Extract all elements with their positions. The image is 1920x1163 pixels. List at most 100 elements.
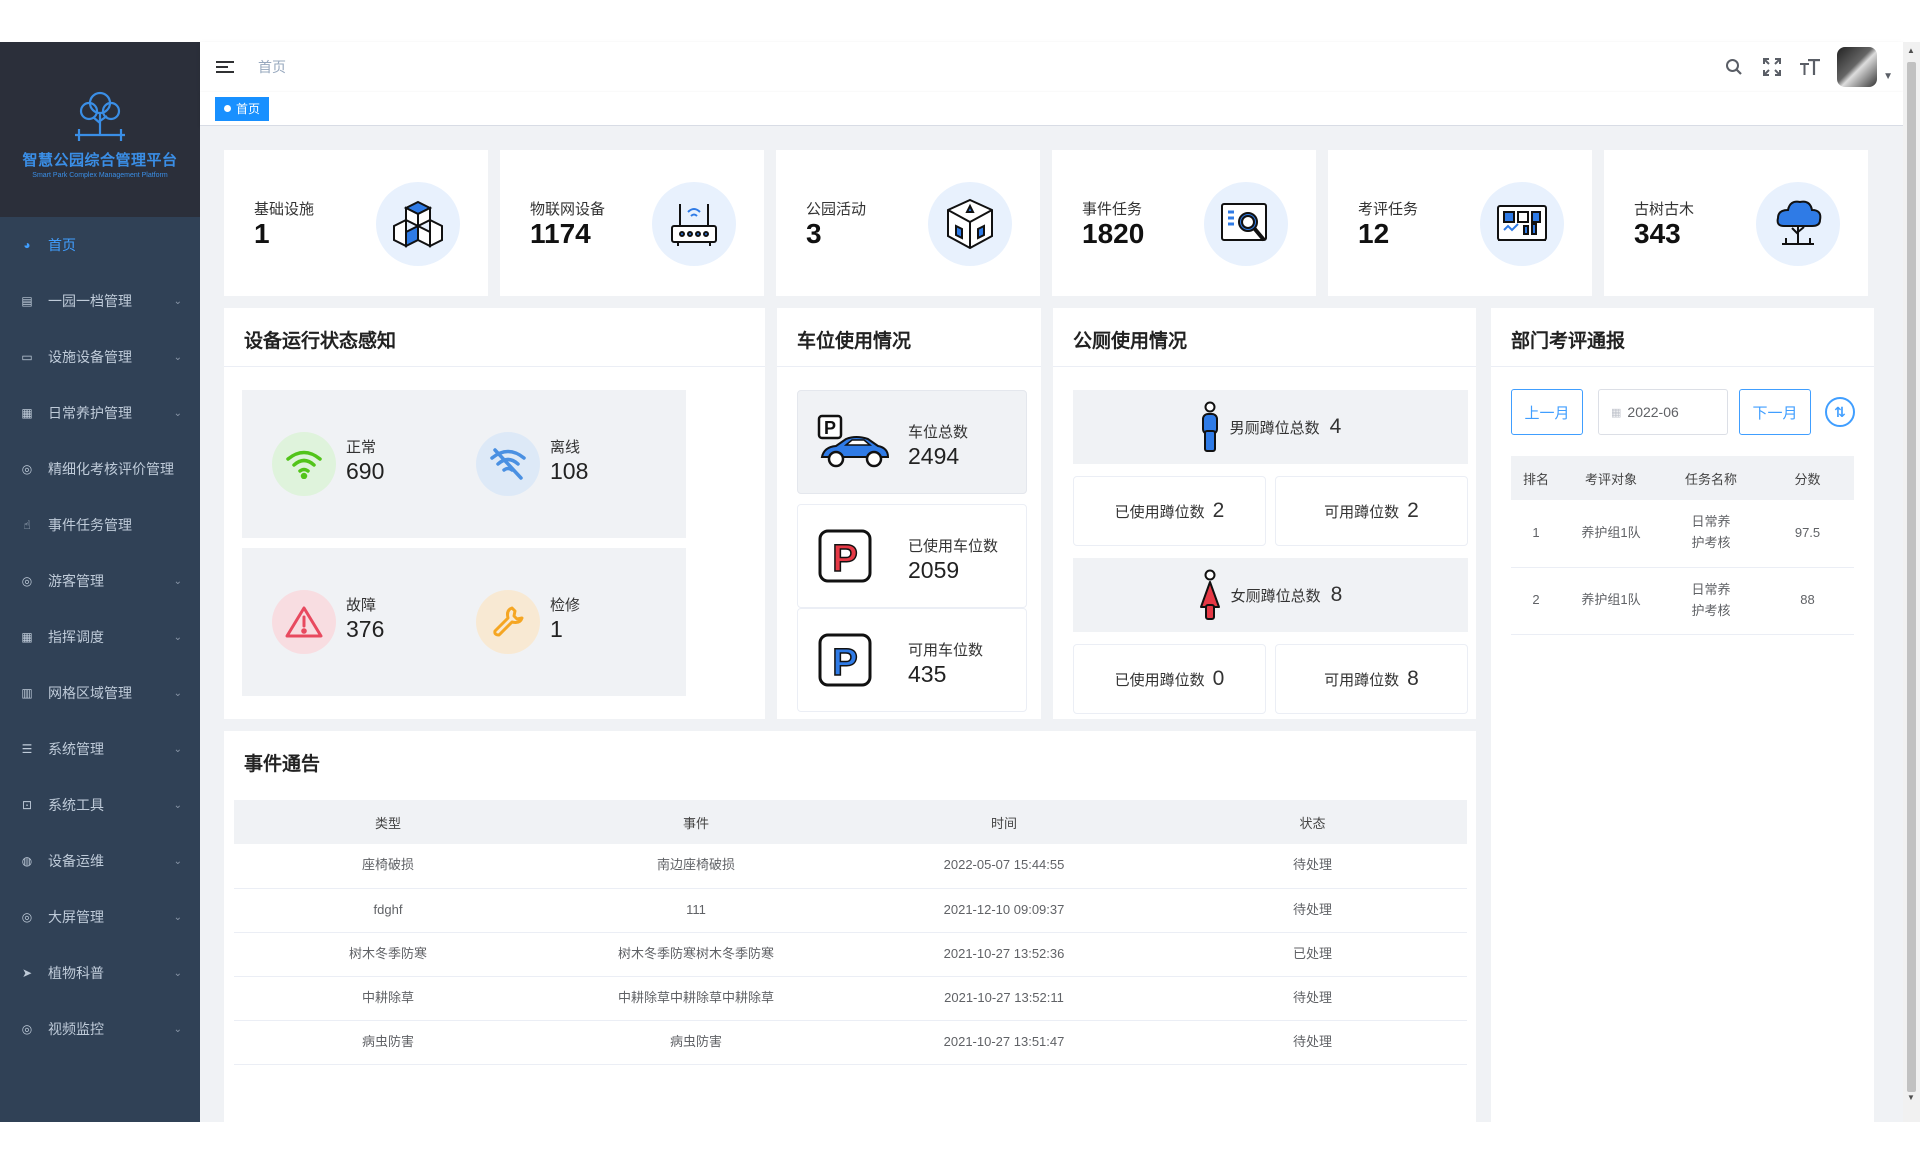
table-header-row: 排名 考评对象 任务名称 分数 [1511,456,1854,500]
stat-value: 343 [1634,218,1681,249]
table-cell: 2021-10-27 13:52:11 [850,976,1158,1021]
prev-month-button[interactable]: 上一月 [1511,389,1583,435]
female-total-row: 女厕蹲位总数 8 [1073,558,1468,632]
grid-icon: ▦ [21,406,33,420]
table-icon: ▥ [21,686,33,700]
table-header-cell[interactable]: 排名 [1511,456,1561,500]
stat-label: 物联网设备 [530,201,606,218]
stat-card[interactable]: 古树古木 343 [1604,150,1868,296]
table-row[interactable]: 树木冬季防寒 树木冬季防寒树木冬季防寒 2021-10-27 13:52:36 已处理 [234,932,1467,977]
device-status-tile: 离线 108 [446,390,686,538]
sidebar-item[interactable]: ▥ 网格区域管理 ⌄ [0,665,200,721]
sidebar-item[interactable]: ▦ 日常养护管理 ⌄ [0,385,200,441]
sidebar-item[interactable]: ◎ 视频监控 ⌄ [0,1001,200,1057]
parking-free-value: 435 [908,661,947,687]
breadcrumb[interactable]: 首页 [258,57,286,77]
table-row[interactable]: fdghf 111 2021-12-10 09:09:37 待处理 [234,888,1467,933]
month-picker[interactable]: ▦ 2022-06 [1598,389,1728,435]
table-header-cell[interactable]: 任务名称 [1661,456,1761,500]
search-icon[interactable] [1723,56,1745,78]
sidebar-item[interactable]: ☝ 事件任务管理 [0,497,200,553]
toolbox-icon: ⊡ [21,798,33,812]
sort-toggle-icon[interactable]: ⇅ [1825,397,1855,427]
monitor-icon: ▭ [21,350,33,364]
table-row[interactable]: 病虫防害 病虫防害 2021-10-27 13:51:47 待处理 [234,1020,1467,1065]
chevron-down-icon: ⌄ [173,799,182,811]
table-cell: 树木冬季防寒树木冬季防寒 [542,932,850,977]
chevron-down-icon: ⌄ [173,967,182,979]
parking-total-box: P 车位总数 2494 [797,390,1027,494]
globe-icon: ◍ [21,854,33,868]
target-icon: ◎ [21,910,33,924]
sidebar-item[interactable]: ⊡ 系统工具 ⌄ [0,777,200,833]
table-cell: 病虫防害 [542,1020,850,1065]
stat-card[interactable]: 公园活动 3 [776,150,1040,296]
female-used-box: 已使用蹲位数 0 [1073,644,1266,714]
page-scrollbar[interactable]: ▲ ▼ [1903,42,1920,1122]
table-cell: 1 [1511,500,1561,568]
font-size-icon[interactable] [1799,56,1821,78]
sidebar-item[interactable]: ➤ 植物科普 ⌄ [0,945,200,1001]
svg-text:P: P [824,418,836,438]
male-used-value: 2 [1212,499,1225,522]
table-row[interactable]: 2 养护组1队 日常养护考核 88 [1511,567,1854,635]
table-cell: 2022-05-07 15:44:55 [850,844,1158,889]
male-icon [1201,401,1218,452]
table-header-cell[interactable]: 事件 [542,800,850,844]
sidebar-item[interactable]: ◕ 首页 [0,217,200,273]
table-header-cell[interactable]: 考评对象 [1561,456,1661,500]
table-cell: 南边座椅破损 [542,844,850,889]
chevron-down-icon: ⌄ [173,687,182,699]
events-panel: 事件通告 类型 事件 时间 状态 座椅破损 南边座椅破损 2022-05-07 15:44:… [224,731,1476,1122]
svg-text:P: P [832,538,857,580]
table-cell: 待处理 [1158,888,1467,933]
toilet-title: 公厕使用情况 [1073,331,1188,352]
cubes-icon [376,182,460,266]
sidebar-item[interactable]: ◎ 游客管理 ⌄ [0,553,200,609]
stat-label: 古树古木 [1634,201,1695,218]
sidebar-item[interactable]: ▦ 指挥调度 ⌄ [0,609,200,665]
table-header-cell[interactable]: 分数 [1761,456,1854,500]
sidebar-item[interactable]: ◎ 精细化考核评价管理 [0,441,200,497]
device-status-value: 1 [550,616,563,642]
stat-card[interactable]: 事件任务 1820 [1052,150,1316,296]
parking-panel: 车位使用情况 P 车位总数 2494 P 已使用车位数 2059 P 可用车位数… [777,308,1041,719]
avatar-dropdown-icon[interactable]: ▼ [1883,71,1893,82]
chevron-down-icon: ⌄ [173,631,182,643]
target-icon: ◎ [21,1022,33,1036]
sidebar-item-label: 设施设备管理 [48,349,132,365]
user-avatar[interactable] [1837,47,1878,87]
hamburger-menu-icon[interactable] [216,58,234,76]
next-month-button[interactable]: 下一月 [1739,389,1811,435]
fullscreen-icon[interactable] [1761,56,1783,78]
stat-card[interactable]: 物联网设备 1174 [500,150,764,296]
parking-used-box: P 已使用车位数 2059 [797,504,1027,608]
table-header-cell[interactable]: 时间 [850,800,1158,844]
logo-subtitle: Smart Park Complex Management Platform [32,171,168,179]
toilet-panel: 公厕使用情况 男厕蹲位总数 4 已使用蹲位数 2 可用蹲位数 2 女厕蹲位总数 … [1053,308,1476,719]
female-used-label: 已使用蹲位数 [1114,671,1205,689]
tag-home[interactable]: 首页 [215,96,270,121]
sidebar-item[interactable]: ◍ 设备运维 ⌄ [0,833,200,889]
table-row[interactable]: 1 养护组1队 日常养护考核 97.5 [1511,500,1854,568]
sidebar-item[interactable]: ▭ 设施设备管理 ⌄ [0,329,200,385]
chevron-down-icon: ⌄ [173,911,182,923]
car-parking-icon: P [817,414,890,468]
table-row[interactable]: 中耕除草 中耕除草中耕除草中耕除草 2021-10-27 13:52:11 待处理 [234,976,1467,1021]
device-status-label: 离线 [550,439,581,456]
activity-box-icon [928,182,1012,266]
table-header-cell[interactable]: 状态 [1158,800,1467,844]
sidebar-item[interactable]: ◎ 大屏管理 ⌄ [0,889,200,945]
female-free-value: 8 [1407,667,1419,690]
stat-card[interactable]: 考评任务 12 [1328,150,1592,296]
sidebar-item-label: 游客管理 [48,573,104,589]
wifi-off-icon [476,432,540,496]
table-row[interactable]: 座椅破损 南边座椅破损 2022-05-07 15:44:55 待处理 [234,844,1467,889]
sidebar-item[interactable]: ▤ 一园一档管理 ⌄ [0,273,200,329]
logo[interactable]: 智慧公园综合管理平台 Smart Park Complex Management… [0,42,200,217]
stat-card[interactable]: 基础设施 1 [224,150,488,296]
sidebar-item[interactable]: ☰ 系统管理 ⌄ [0,721,200,777]
table-header-cell[interactable]: 类型 [234,800,542,844]
router-icon [652,182,736,266]
male-used-label: 已使用蹲位数 [1114,503,1205,521]
